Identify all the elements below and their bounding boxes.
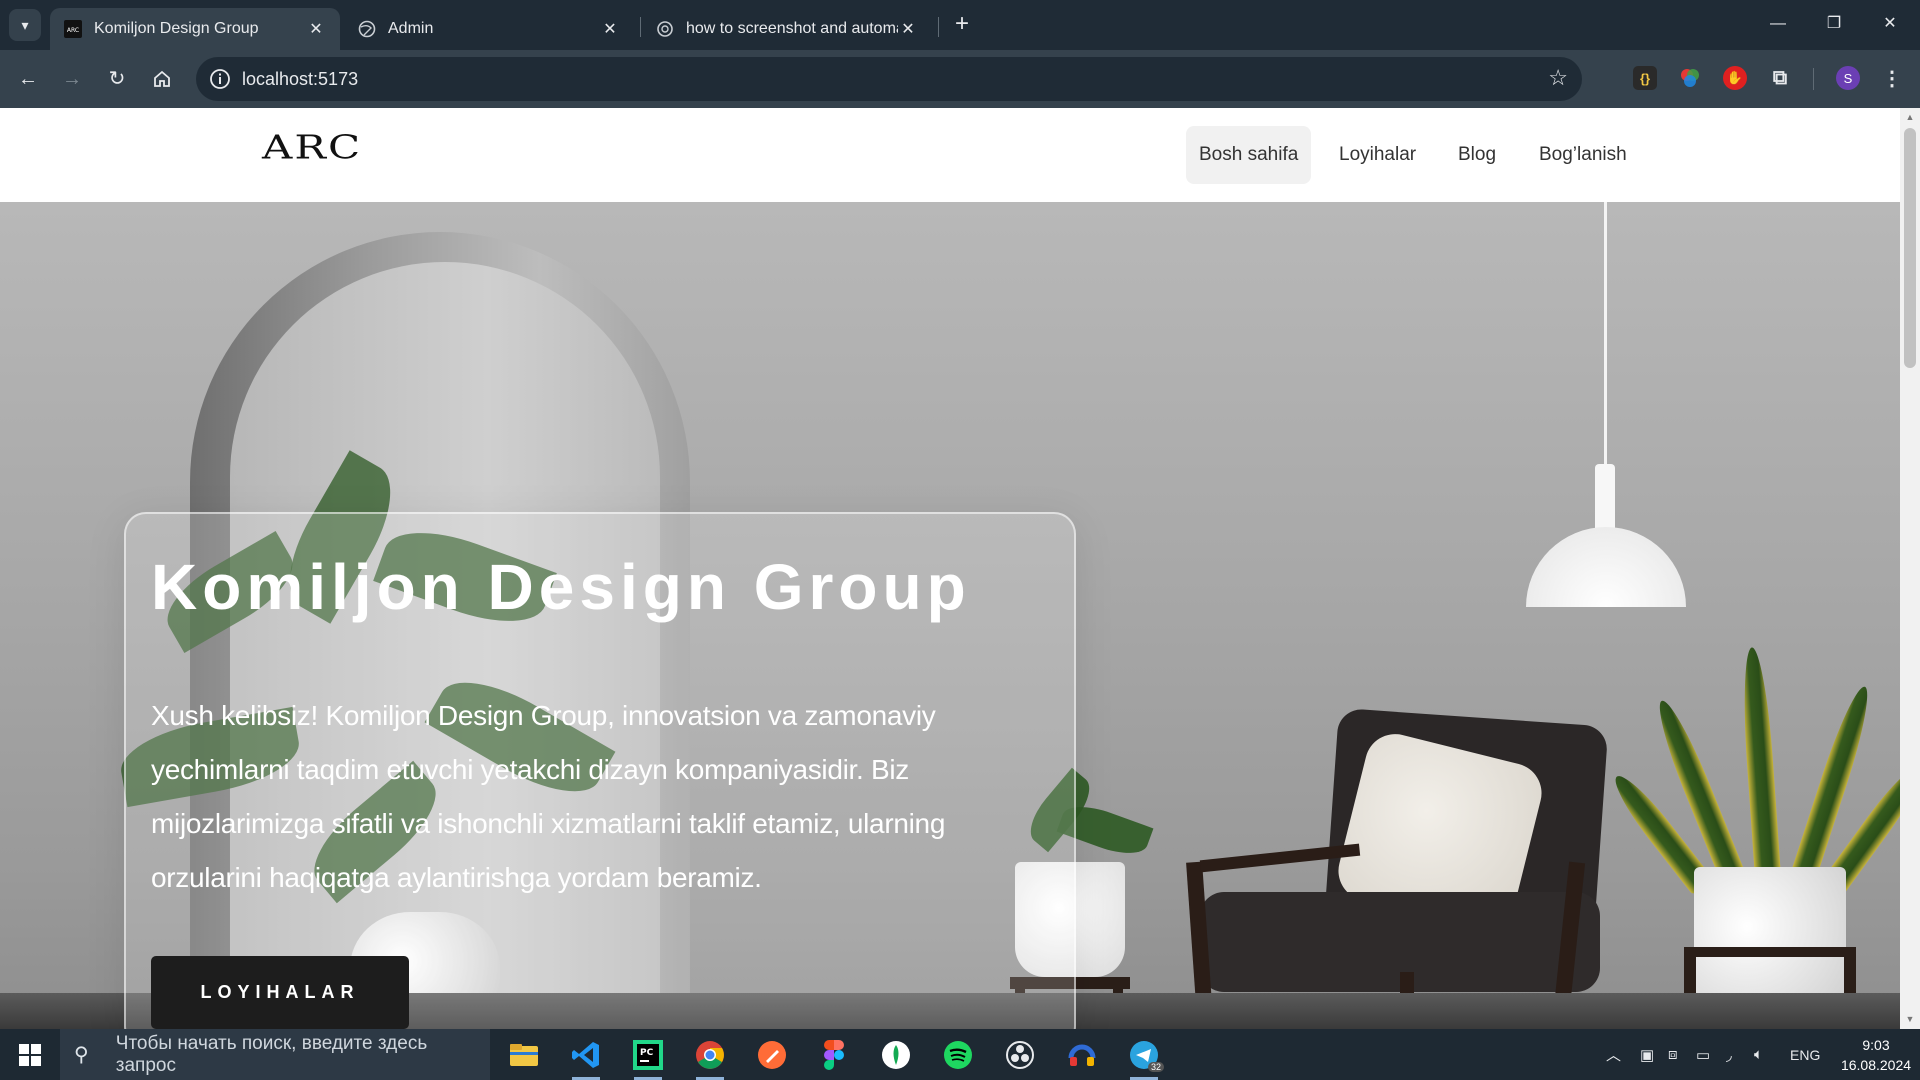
clock-time: 9:03 [1862, 1037, 1890, 1053]
lamp-neck [1595, 464, 1615, 534]
spotify-icon[interactable] [938, 1036, 978, 1074]
chrome-icon[interactable] [690, 1036, 730, 1080]
site-header: ARC Bosh sahifa Loyihalar Blog Bog’lanis… [0, 108, 1900, 202]
hero-description: Xush kelibsiz! Komiljon Design Group, in… [151, 700, 946, 893]
color-picker-extension-icon[interactable] [1678, 66, 1702, 90]
page-viewport: ARC Bosh sahifa Loyihalar Blog Bog’lanis… [0, 108, 1920, 1029]
taskbar-search-placeholder: Чтобы начать поиск, введите здесь запрос [115, 1032, 428, 1076]
lamp-cord [1604, 202, 1607, 467]
telegram-icon[interactable]: 32 [1124, 1036, 1164, 1080]
globe-icon [358, 20, 376, 38]
windows-start-icon[interactable] [0, 1029, 60, 1080]
tab-divider [938, 17, 939, 37]
volume-icon[interactable]: 🔈︎ [1754, 1029, 1763, 1080]
svg-text:PC: PC [640, 1048, 654, 1058]
nav-loyihalar[interactable]: Loyihalar [1326, 126, 1429, 184]
tab-divider [640, 17, 641, 37]
reload-icon[interactable]: ↻ [103, 65, 131, 93]
battery-icon[interactable]: ▭ [1696, 1029, 1710, 1080]
file-explorer-icon[interactable] [504, 1036, 544, 1074]
site-info-icon[interactable] [208, 67, 232, 91]
svg-text:ARC: ARC [67, 27, 79, 34]
more-menu-icon[interactable]: ⋮ [1880, 66, 1904, 90]
windows-taskbar: ⚲ Чтобы начать поиск, введите здесь запр… [0, 1029, 1920, 1080]
meet-now-icon[interactable]: ▣ [1640, 1029, 1654, 1080]
adblock-extension-icon[interactable]: ✋ [1723, 66, 1747, 90]
browser-toolbar: ← → ↻ localhost:5173 ☆ {} ✋ ⧉ S ⋮ [0, 50, 1920, 108]
new-tab-button[interactable]: + [950, 12, 974, 36]
nav-blog[interactable]: Blog [1445, 126, 1509, 184]
search-icon: ⚲ [74, 1044, 89, 1066]
tab-search-button[interactable]: ▾ [9, 9, 41, 41]
home-icon[interactable] [148, 65, 176, 93]
clock-date: 16.08.2024 [1840, 1057, 1912, 1073]
tab-title: Admin [388, 20, 434, 37]
pendant-lamp [1526, 527, 1686, 607]
figma-icon[interactable] [814, 1036, 854, 1074]
tab-admin[interactable]: Admin ✕ [344, 8, 634, 50]
hero-card: Komiljon Design Group Xush kelibsiz! Kom… [124, 512, 1076, 1029]
plant-stand [1684, 947, 1856, 957]
taskbar-search-box[interactable]: ⚲ Чтобы начать поиск, введите здесь запр… [60, 1029, 490, 1080]
bookmark-star-icon[interactable]: ☆ [1548, 65, 1568, 91]
loyihalar-button[interactable]: LOYIHALAR [151, 956, 409, 1029]
close-icon[interactable]: ✕ [898, 19, 918, 39]
browser-tab-bar: ▾ ARC Komiljon Design Group ✕ Admin ✕ ho… [0, 0, 1920, 50]
obs-studio-icon[interactable] [1000, 1036, 1040, 1074]
tab-title: how to screenshot and automa [686, 20, 898, 37]
extensions-puzzle-icon[interactable]: ⧉ [1768, 66, 1792, 90]
openai-icon [656, 20, 674, 38]
pycharm-icon[interactable]: PC [628, 1036, 668, 1080]
url-text: localhost:5173 [242, 69, 359, 89]
tab-komiljon[interactable]: ARC Komiljon Design Group ✕ [50, 8, 340, 50]
close-icon[interactable]: ✕ [306, 19, 326, 39]
forward-icon[interactable]: → [58, 65, 86, 93]
mongodb-compass-icon[interactable] [876, 1036, 916, 1074]
language-indicator[interactable]: ENG [1790, 1029, 1820, 1080]
tab-title: Komiljon Design Group [94, 20, 259, 37]
wifi-icon[interactable]: ◞ [1726, 1029, 1732, 1080]
scroll-up-icon[interactable]: ▲ [1904, 111, 1916, 123]
json-extension-icon[interactable]: {} [1633, 66, 1657, 90]
hero-section: Komiljon Design Group Xush kelibsiz! Kom… [0, 202, 1900, 1029]
back-icon[interactable]: ← [14, 65, 42, 93]
taskbar-clock[interactable]: 9:03 16.08.2024 [1836, 1035, 1916, 1075]
tray-overflow-icon[interactable]: ︿ [1606, 1029, 1621, 1080]
profile-avatar[interactable]: S [1836, 66, 1860, 90]
postman-icon[interactable] [752, 1036, 792, 1074]
tab-chatgpt[interactable]: how to screenshot and automa ✕ [642, 8, 932, 50]
nav-bosh-sahifa[interactable]: Bosh sahifa [1186, 126, 1312, 184]
toolbar-divider [1813, 68, 1814, 90]
vscode-icon[interactable] [566, 1036, 606, 1080]
close-icon[interactable]: ✕ [600, 19, 620, 39]
telegram-badge: 32 [1147, 1062, 1164, 1072]
nav-boglanish[interactable]: Bog’lanish [1526, 126, 1640, 184]
chevron-down-icon: ▾ [21, 16, 29, 33]
music-player-icon[interactable] [1062, 1036, 1102, 1074]
scrollbar-thumb[interactable] [1904, 128, 1916, 368]
display-icon[interactable]: ⧈ [1668, 1029, 1678, 1080]
page-scrollbar[interactable]: ▲ ▼ [1900, 108, 1920, 1029]
address-bar[interactable]: localhost:5173 ☆ [196, 57, 1582, 101]
snake-plant-leaf [1738, 646, 1781, 878]
restore-icon[interactable]: ❐ [1822, 12, 1846, 36]
window-close-icon[interactable]: ✕ [1878, 12, 1902, 36]
scroll-down-icon[interactable]: ▼ [1904, 1013, 1916, 1025]
site-logo[interactable]: ARC [262, 128, 362, 166]
arc-logo-icon: ARC [64, 20, 82, 38]
minimize-icon[interactable]: — [1766, 12, 1790, 36]
hero-title: Komiljon Design Group [151, 551, 971, 623]
